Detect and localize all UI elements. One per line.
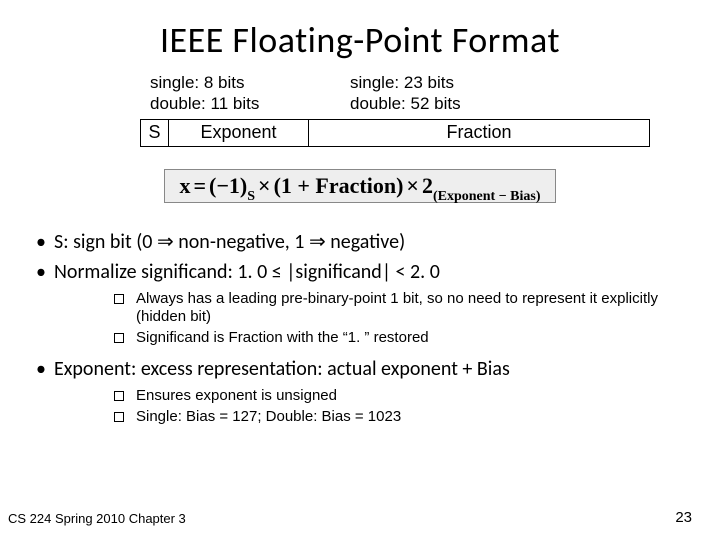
sub-restored: Significand is Fraction with the “1. ” r… (114, 329, 690, 348)
bullet-exponent: Exponent: excess representation: actual … (30, 356, 690, 427)
sub-unsigned: Ensures exponent is unsigned (114, 387, 690, 406)
exponent-cell: Exponent (169, 120, 309, 146)
formula-eq: = (193, 175, 206, 197)
slide-number: 23 (675, 509, 692, 526)
slide-title: IEEE Floating-Point Format (30, 18, 690, 62)
b2: Normalize significand: 1. 0 ≤ |significa… (54, 260, 440, 284)
sub-hidden-bit: Always has a leading pre-binary-point 1 … (114, 290, 690, 328)
sign-cell: S (141, 120, 169, 146)
bullet-sign: S: sign bit (0 ⇒ non-negative, 1 ⇒ negat… (30, 229, 690, 256)
implies-icon: ⇒ (157, 231, 174, 253)
fraction-width-label: single: 23 bits double: 52 bits (350, 72, 650, 115)
exponent-width-label: single: 8 bits double: 11 bits (150, 72, 350, 115)
b1b: non-negative, 1 (174, 230, 309, 254)
implies-icon: ⇒ (309, 231, 326, 253)
b1c: negative) (326, 230, 405, 254)
formula-two: 2 (422, 175, 433, 197)
bullet-list: S: sign bit (0 ⇒ non-negative, 1 ⇒ negat… (30, 229, 690, 427)
formula-mul1: × (258, 175, 271, 197)
formula-mul2: × (406, 175, 419, 197)
formula-container: x = (−1)S × (1 + Fraction) × 2(Exponent … (30, 169, 690, 203)
formula-onefrac: (1 + Fraction) (274, 175, 404, 197)
sublist-normalize: Always has a leading pre-binary-point 1 … (114, 290, 690, 348)
sub-bias-values: Single: Bias = 127; Double: Bias = 1023 (114, 408, 690, 427)
fraction-double: double: 52 bits (350, 93, 650, 114)
formula: x = (−1)S × (1 + Fraction) × 2(Exponent … (164, 169, 555, 203)
sublist-exponent: Ensures exponent is unsigned Single: Bia… (114, 387, 690, 427)
bitfield-diagram: S Exponent Fraction (140, 119, 650, 147)
b1a: S: sign bit (0 (54, 230, 157, 254)
footer-course: CS 224 Spring 2010 Chapter 3 (8, 511, 186, 526)
exponent-single: single: 8 bits (150, 72, 350, 93)
bitfield-labels: single: 8 bits double: 11 bits single: 2… (150, 72, 650, 115)
fraction-single: single: 23 bits (350, 72, 650, 93)
formula-x: x (179, 175, 190, 197)
fraction-cell: Fraction (309, 120, 649, 146)
bullet-normalize: Normalize significand: 1. 0 ≤ |significa… (30, 259, 690, 348)
formula-neg1: (−1) (209, 175, 247, 197)
b3: Exponent: excess representation: actual … (54, 357, 510, 381)
exponent-double: double: 11 bits (150, 93, 350, 114)
